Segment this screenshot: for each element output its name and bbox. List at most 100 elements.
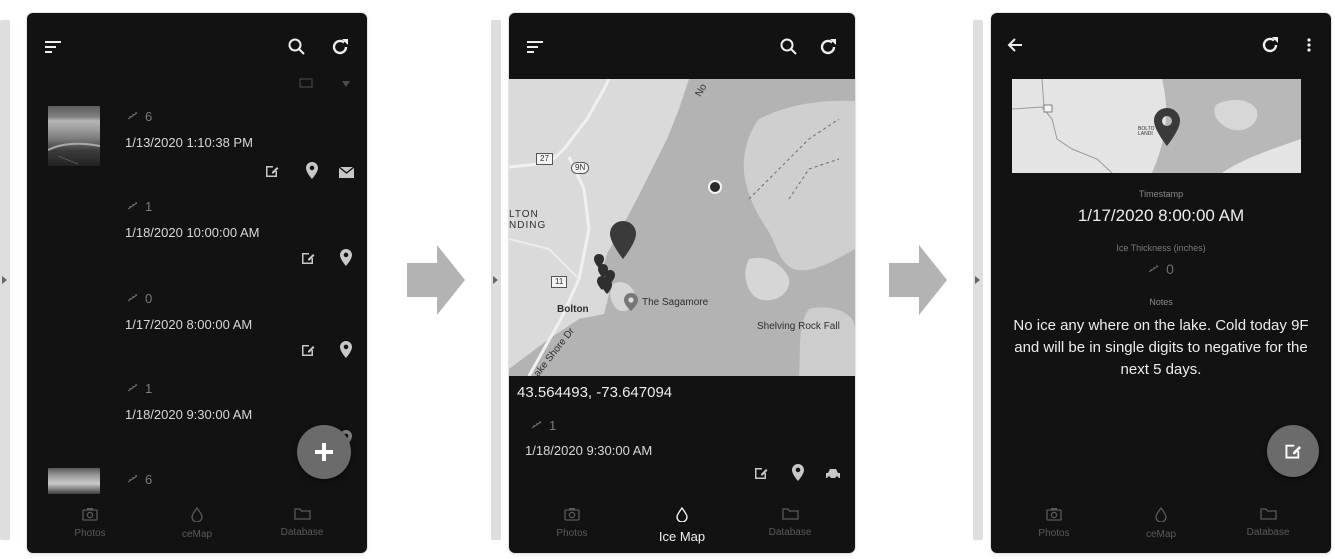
refresh-icon[interactable] — [1257, 32, 1283, 58]
location-pin-icon — [1154, 108, 1180, 151]
refresh-icon[interactable] — [327, 34, 353, 60]
menu-icon[interactable] — [523, 35, 547, 59]
app-bar — [27, 13, 367, 79]
panel-record-detail: BOLTO LANDI Timestamp 1/17/2020 8:00:00 … — [991, 13, 1331, 553]
record-timestamp: 1/18/2020 9:30:00 AM — [525, 443, 653, 458]
nav-database[interactable]: Database — [745, 507, 835, 538]
notes-label: Notes — [1149, 297, 1173, 307]
ruler-icon — [531, 418, 543, 433]
ice-thickness: 6 — [127, 472, 152, 487]
add-record-button[interactable] — [297, 425, 351, 479]
camera-icon — [82, 508, 98, 521]
edge-tab-middle[interactable] — [491, 20, 501, 540]
thickness-value: 6 — [145, 472, 153, 487]
ice-thickness: 6 — [127, 109, 152, 124]
camera-icon — [564, 508, 580, 521]
route-shield: 9N — [571, 162, 590, 174]
thickness-value: 6 — [145, 109, 153, 124]
ice-thickness: 0 — [991, 261, 1331, 277]
ruler-icon — [1148, 261, 1160, 277]
map-label: Shelving Rock Fall — [757, 321, 840, 332]
record-timestamp: 1/17/2020 8:00:00 AM — [1077, 206, 1245, 225]
search-icon[interactable] — [285, 35, 309, 59]
nav-database-label: Database — [768, 527, 812, 538]
nav-photos[interactable]: Photos — [45, 507, 135, 539]
edit-icon — [1285, 444, 1302, 459]
edit-icon[interactable] — [300, 250, 316, 271]
folder-icon — [293, 508, 311, 520]
drop-icon — [1155, 506, 1167, 523]
drop-icon — [191, 506, 203, 523]
map-label: BOLTO LANDI — [1138, 126, 1155, 137]
bottom-navigation: Photos ceMap Database — [991, 501, 1331, 553]
flow-arrow-icon — [889, 245, 947, 315]
flow-arrow-icon — [407, 245, 465, 315]
nav-ice-map[interactable]: ceMap — [152, 506, 242, 540]
expand-icon — [2, 276, 7, 284]
edit-icon[interactable] — [299, 75, 313, 93]
route-shield: 27 — [536, 153, 553, 165]
edit-icon[interactable] — [753, 465, 769, 486]
record-timestamp: 1/17/2020 8:00:00 AM — [125, 317, 253, 332]
nav-database[interactable]: Database — [257, 507, 347, 538]
ice-thickness: 0 — [127, 291, 152, 306]
menu-icon[interactable] — [41, 35, 65, 59]
ice-thickness: 1 — [127, 199, 152, 214]
nav-photos[interactable]: Photos — [1009, 507, 1099, 539]
ruler-icon — [127, 291, 139, 306]
map-label: Bolton — [557, 304, 589, 315]
record-timestamp: 1/18/2020 10:00:00 AM — [125, 225, 260, 240]
route-shield: 11 — [551, 276, 568, 288]
record-marker-cluster[interactable] — [593, 254, 623, 301]
timestamp-label: Timestamp — [1138, 189, 1184, 199]
folder-icon — [1259, 508, 1277, 520]
location-pin-icon[interactable] — [340, 249, 352, 271]
bottom-navigation: Photos Ice Map Database — [509, 501, 855, 553]
plus-icon — [315, 443, 333, 461]
thickness-value: 1 — [145, 381, 153, 396]
notes-text: No ice any where on the lake. Cold today… — [1013, 317, 1309, 378]
nav-photos-label: Photos — [1038, 528, 1070, 539]
poi-icon[interactable] — [624, 293, 638, 316]
location-pin-icon[interactable] — [340, 341, 352, 363]
nav-ice-map-label: ceMap — [1145, 529, 1176, 540]
selected-coordinates: 43.564493, -73.647094 — [517, 384, 673, 401]
nav-photos[interactable]: Photos — [527, 507, 617, 539]
thickness-value: 0 — [145, 291, 153, 306]
bottom-navigation: Photos ceMap Database — [27, 501, 367, 553]
map-label: The Sagamore — [642, 297, 709, 308]
location-pin-icon[interactable] — [792, 464, 804, 486]
edit-record-button[interactable] — [1267, 425, 1319, 477]
record-marker[interactable] — [708, 180, 722, 194]
ruler-icon — [127, 381, 139, 396]
thickness-value: 0 — [1166, 261, 1174, 277]
edge-tab-right[interactable] — [973, 20, 983, 540]
car-icon[interactable] — [825, 467, 841, 485]
nav-database[interactable]: Database — [1223, 507, 1313, 538]
more-vert-icon[interactable] — [1297, 33, 1321, 57]
ice-map[interactable]: 27 9N 11 No LTON NDING Bolton The Sagamo… — [509, 79, 855, 376]
nav-ice-map[interactable]: ceMap — [1116, 506, 1206, 540]
record-timestamp: 1/13/2020 1:10:38 PM — [125, 135, 253, 150]
ruler-icon — [127, 109, 139, 124]
edit-icon[interactable] — [300, 342, 316, 363]
screenshot-stage: 6 1/13/2020 1:10:38 PM 1 1/18/2020 10:00… — [0, 0, 1335, 559]
nav-ice-map-label: ceMap — [181, 529, 212, 540]
edge-tab-left[interactable] — [0, 20, 10, 540]
record-photo-thumbnail[interactable] — [48, 468, 100, 494]
ice-thickness: 1 — [127, 381, 152, 396]
refresh-icon[interactable] — [815, 34, 841, 60]
camera-icon — [1046, 508, 1062, 521]
back-arrow-icon[interactable] — [1003, 33, 1027, 57]
record-photo-thumbnail[interactable] — [48, 106, 100, 166]
chevron-down-icon[interactable] — [341, 75, 351, 93]
expand-icon — [493, 276, 498, 284]
edit-icon[interactable] — [264, 163, 280, 184]
record-location-map[interactable]: BOLTO LANDI — [1012, 79, 1301, 173]
search-icon[interactable] — [777, 35, 801, 59]
app-bar — [509, 13, 855, 79]
location-pin-icon[interactable] — [306, 162, 318, 184]
nav-ice-map[interactable]: Ice Map — [637, 506, 727, 544]
mail-icon[interactable] — [338, 165, 355, 183]
nav-database-label: Database — [280, 527, 324, 538]
